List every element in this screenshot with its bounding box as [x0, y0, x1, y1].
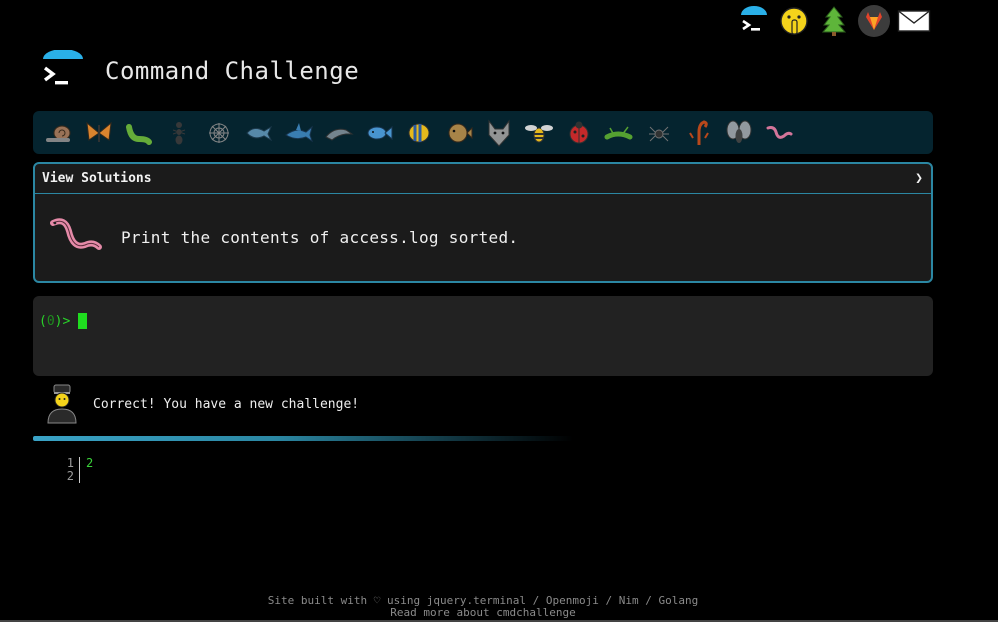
progress-bar — [33, 436, 573, 441]
feedback-text: Correct! You have a new challenge! — [93, 396, 360, 412]
tree-icon[interactable] — [814, 3, 854, 39]
worm-icon[interactable] — [759, 115, 799, 151]
guard-avatar-icon — [47, 384, 77, 424]
challenge-icon-strip — [33, 111, 933, 154]
cricket-icon[interactable] — [599, 115, 639, 151]
site-header: Command Challenge — [40, 49, 360, 92]
challenge-body: Print the contents of access.log sorted. — [35, 194, 931, 280]
spider-icon[interactable] — [639, 115, 679, 151]
fish-icon[interactable] — [359, 115, 399, 151]
worm-icon — [50, 218, 102, 250]
top-icon-bar — [734, 3, 934, 39]
butterfly-icon[interactable] — [79, 115, 119, 151]
gitlab-icon[interactable] — [854, 3, 894, 39]
logo-icon[interactable] — [40, 49, 86, 92]
line-value: 2 — [86, 456, 94, 470]
shark-icon[interactable] — [279, 115, 319, 151]
fly-icon[interactable] — [719, 115, 759, 151]
prompt-close: )> — [54, 313, 71, 329]
caterpillar-icon[interactable] — [119, 115, 159, 151]
dolphin-icon[interactable] — [319, 115, 359, 151]
bee-icon[interactable] — [519, 115, 559, 151]
command-output: 1 2 2 — [60, 457, 93, 483]
ladybug-icon[interactable] — [559, 115, 599, 151]
mail-icon[interactable] — [894, 3, 934, 39]
view-solutions-label: View Solutions — [42, 171, 152, 186]
read-more-link[interactable]: Read more about cmdchallenge — [390, 606, 575, 619]
chevron-right-icon: ❯ — [915, 171, 923, 186]
feedback-message: Correct! You have a new challenge! — [44, 383, 359, 425]
page: Command Challenge View Solutions ❯ Print… — [0, 0, 998, 622]
output-line: 2 — [60, 470, 93, 483]
view-solutions-toggle[interactable]: View Solutions ❯ — [35, 164, 931, 194]
line-number: 2 — [60, 470, 80, 483]
page-title: Command Challenge — [105, 57, 360, 85]
terminal-umbrella-icon[interactable] — [734, 3, 774, 39]
output-line: 1 2 — [60, 457, 93, 470]
tropical-fish-icon[interactable] — [399, 115, 439, 151]
challenge-description: Print the contents of access.log sorted. — [121, 227, 519, 247]
site-footer: Site built with ♡ using jquery.terminal … — [0, 595, 966, 619]
whale-icon[interactable] — [239, 115, 279, 151]
blowfish-icon[interactable] — [439, 115, 479, 151]
shushing-face-icon[interactable] — [774, 3, 814, 39]
terminal-cursor[interactable] — [78, 313, 88, 329]
prompt-counter: 0 — [46, 313, 55, 329]
challenge-panel: View Solutions ❯ Print the contents of a… — [33, 162, 933, 283]
wolf-icon[interactable] — [479, 115, 519, 151]
prompt-open: ( — [39, 313, 47, 329]
snail-icon[interactable] — [39, 115, 79, 151]
terminal[interactable]: (0)> — [33, 296, 933, 376]
line-value — [80, 470, 86, 483]
spider-web-icon[interactable] — [199, 115, 239, 151]
terminal-prompt: (0)> — [39, 313, 88, 329]
scorpion-icon[interactable] — [679, 115, 719, 151]
ant-icon[interactable] — [159, 115, 199, 151]
